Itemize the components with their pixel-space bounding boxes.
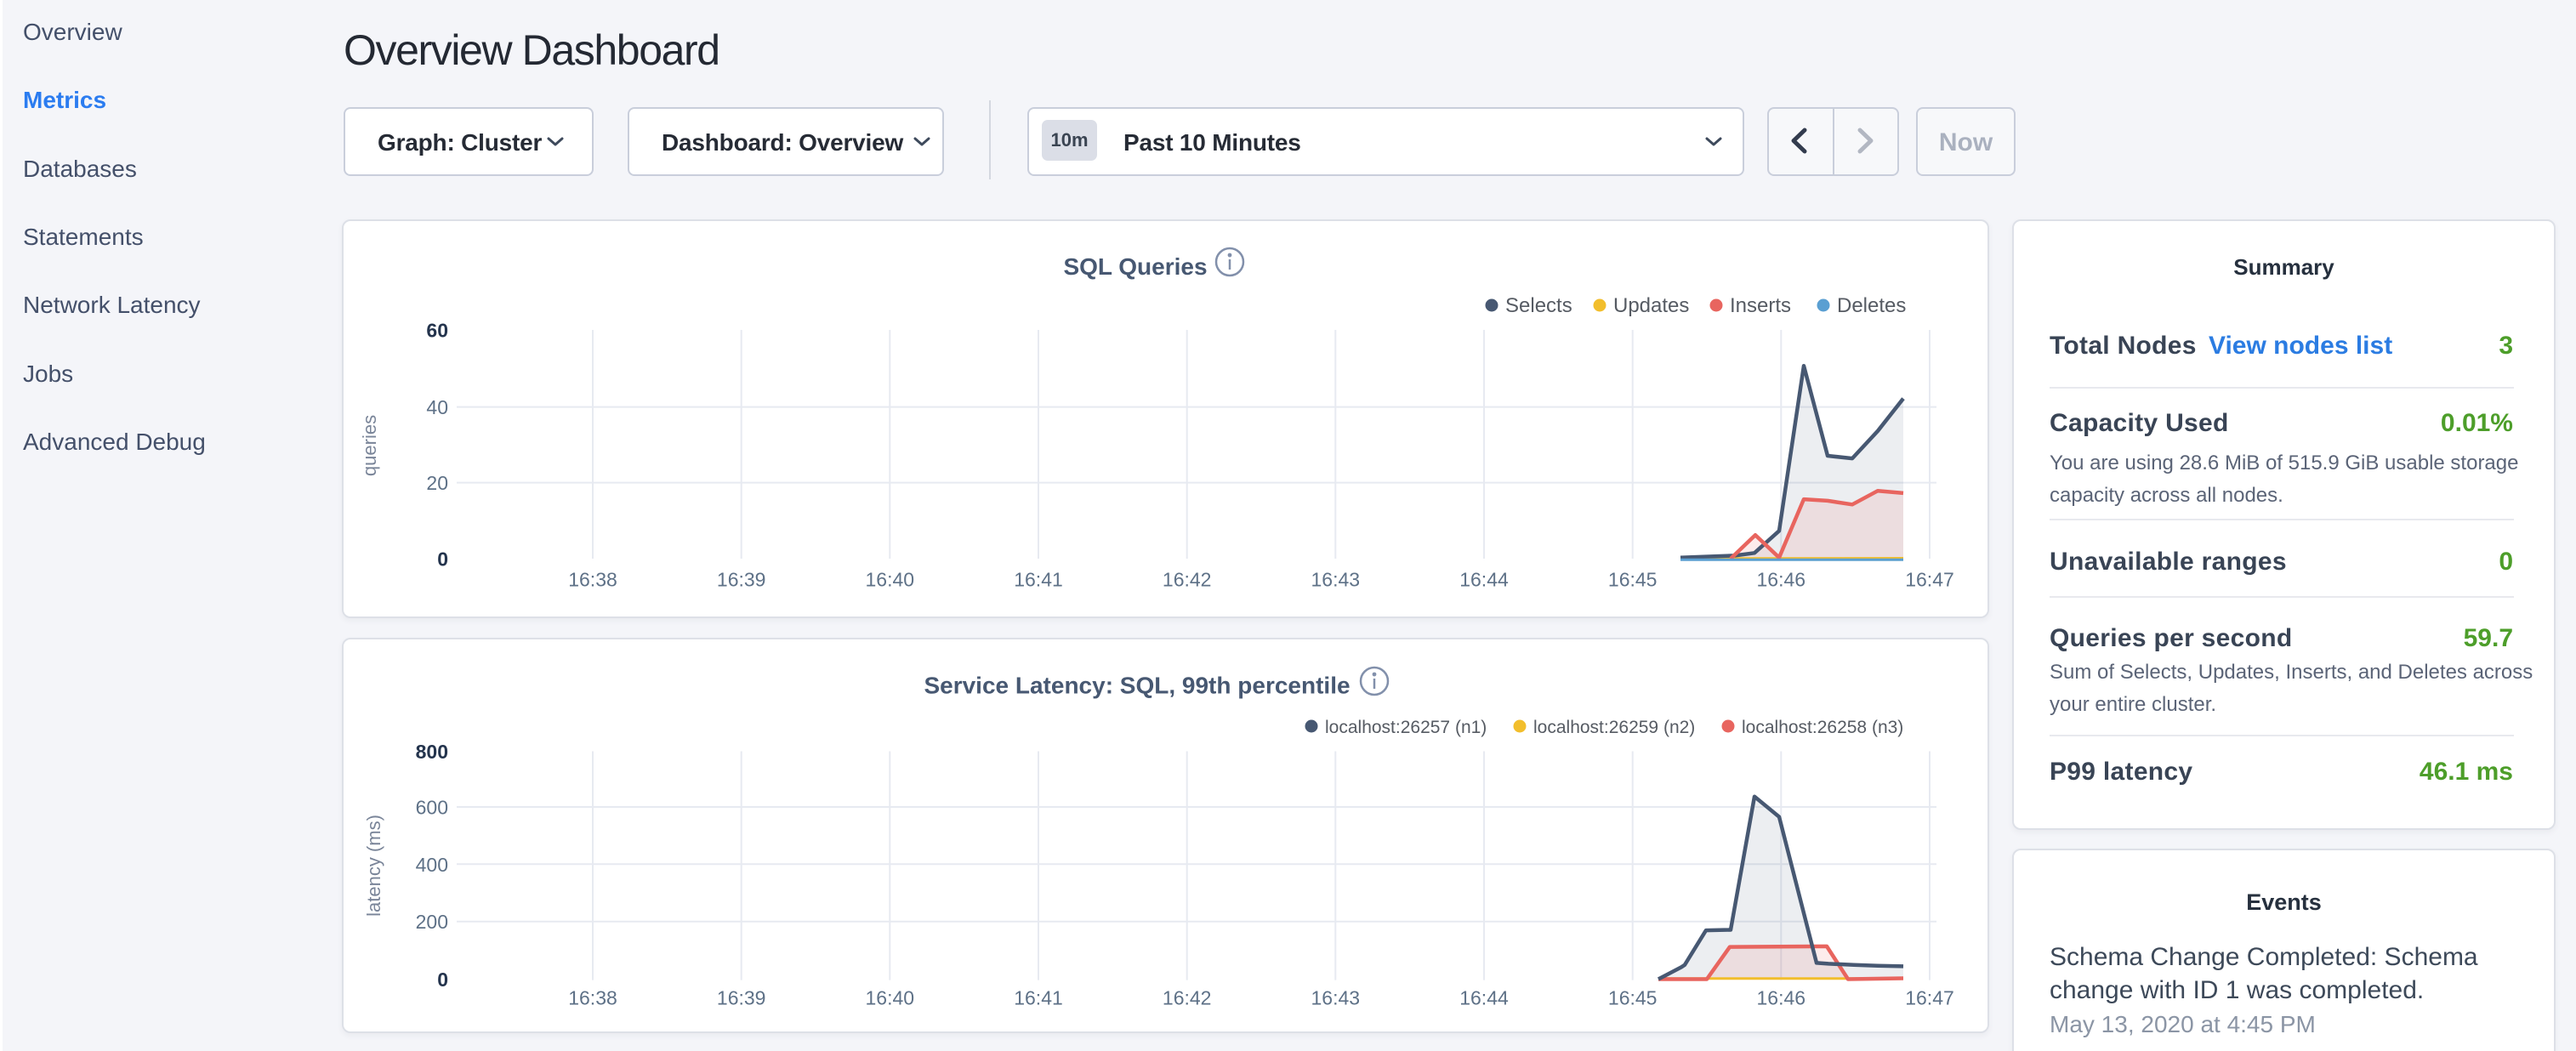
svg-text:16:43: 16:43 [1311,569,1361,591]
svg-text:0: 0 [437,548,448,571]
svg-text:16:46: 16:46 [1757,987,1806,1009]
svg-text:16:40: 16:40 [866,987,915,1009]
svg-text:200: 200 [416,911,448,933]
svg-text:localhost:26258 (n3): localhost:26258 (n3) [1742,718,1903,737]
svg-text:SQL Queries: SQL Queries [1063,253,1207,280]
svg-text:localhost:26259 (n2): localhost:26259 (n2) [1533,718,1695,737]
svg-text:16:44: 16:44 [1459,987,1509,1009]
svg-text:16:44: 16:44 [1459,569,1509,591]
svg-text:16:43: 16:43 [1311,987,1361,1009]
svg-text:queries: queries [359,415,380,476]
svg-text:localhost:26257 (n1): localhost:26257 (n1) [1325,718,1487,737]
svg-text:16:47: 16:47 [1905,987,1954,1009]
svg-text:16:47: 16:47 [1905,569,1954,591]
svg-text:Updates: Updates [1613,294,1689,317]
svg-text:16:41: 16:41 [1014,569,1063,591]
svg-text:40: 40 [426,396,448,418]
svg-text:400: 400 [416,854,448,876]
svg-text:Deletes: Deletes [1837,294,1906,317]
svg-text:Service Latency: SQL, 99th per: Service Latency: SQL, 99th percentile [924,673,1350,699]
svg-text:16:42: 16:42 [1163,987,1212,1009]
svg-text:Selects: Selects [1505,294,1572,317]
svg-text:16:38: 16:38 [568,569,617,591]
svg-text:16:45: 16:45 [1608,569,1658,591]
svg-text:20: 20 [426,472,448,494]
svg-text:600: 600 [416,797,448,819]
svg-text:16:38: 16:38 [568,987,617,1009]
svg-text:0: 0 [437,969,448,991]
svg-text:latency (ms): latency (ms) [363,815,384,917]
svg-text:16:46: 16:46 [1757,569,1806,591]
svg-text:800: 800 [416,741,448,763]
svg-text:16:45: 16:45 [1608,987,1658,1009]
svg-text:60: 60 [426,320,448,342]
svg-text:16:39: 16:39 [717,569,766,591]
svg-text:16:41: 16:41 [1014,987,1063,1009]
svg-text:16:42: 16:42 [1163,569,1212,591]
svg-text:16:39: 16:39 [717,987,766,1009]
svg-text:Inserts: Inserts [1730,294,1791,317]
svg-text:16:40: 16:40 [866,569,915,591]
